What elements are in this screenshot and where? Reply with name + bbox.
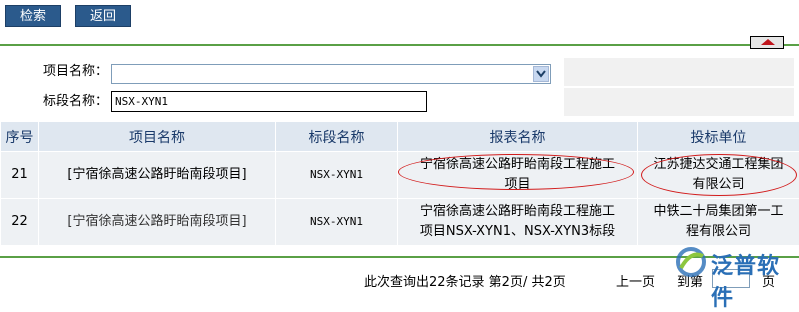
row-index: 21 <box>1 152 39 199</box>
top-divider <box>0 44 799 46</box>
report-name-cell[interactable]: 宁宿徐高速公路盱眙南段工程施工 项目NSX-XYN1、NSX-XYN3标段 <box>398 199 638 246</box>
bidder-line: 中铁二十局集团第一工 <box>640 202 797 222</box>
section-name-row: 标段名称： NSX-XYN1 <box>4 88 794 116</box>
bidder-line: 江苏捷达交通工程集团 <box>640 155 797 175</box>
column-header[interactable]: 项目名称 <box>39 122 276 152</box>
logo-mark-icon <box>675 246 709 278</box>
form-empty-cell <box>564 58 794 86</box>
logo-text: 泛普软件 <box>711 248 799 312</box>
row-index: 22 <box>1 199 39 246</box>
brand-logo: 泛普软件 <box>675 246 799 278</box>
prev-page-link[interactable]: 上一页 <box>616 271 655 290</box>
collapse-toggle-button[interactable] <box>750 36 784 49</box>
column-header[interactable]: 序号 <box>1 122 39 152</box>
report-name-line: 项目NSX-XYN1、NSX-XYN3标段 <box>400 222 635 242</box>
column-header[interactable]: 标段名称 <box>276 122 398 152</box>
project-name-row: 项目名称： <box>4 58 794 86</box>
section-name-input[interactable]: NSX-XYN1 <box>111 91 427 112</box>
search-form: 项目名称： 标段名称： NSX-XYN1 <box>4 58 794 116</box>
report-name-line: 宁宿徐高速公路盱眙南段工程施工 <box>400 155 635 175</box>
bidder-line: 程有限公司 <box>640 222 797 242</box>
collapse-up-icon <box>761 39 775 45</box>
table-header-row: 序号 项目名称 标段名称 报表名称 投标单位 <box>1 122 799 152</box>
form-empty-cell <box>564 88 794 116</box>
dropdown-arrow-icon[interactable] <box>533 66 549 82</box>
report-name-cell[interactable]: 宁宿徐高速公路盱眙南段工程施工 项目 <box>398 152 638 199</box>
search-button[interactable]: 检索 <box>5 5 61 27</box>
table-row[interactable]: 22 [宁宿徐高速公路盱眙南段项目] NSX-XYN1 宁宿徐高速公路盱眙南段工… <box>1 199 799 246</box>
column-header[interactable]: 报表名称 <box>398 122 638 152</box>
section-name-cell: NSX-XYN1 <box>276 199 398 246</box>
table-row[interactable]: 21 [宁宿徐高速公路盱眙南段项目] NSX-XYN1 宁宿徐高速公路盱眙南段工… <box>1 152 799 199</box>
column-header[interactable]: 投标单位 <box>638 122 799 152</box>
back-button[interactable]: 返回 <box>75 5 131 27</box>
record-summary: 此次查询出22条记录 第2页/ 共2页 <box>364 271 566 290</box>
report-name-line: 项目 <box>400 175 635 195</box>
bidder-line: 有限公司 <box>640 175 797 195</box>
section-name-label: 标段名称： <box>4 88 108 116</box>
bidder-cell: 江苏捷达交通工程集团 有限公司 <box>638 152 799 199</box>
bidder-cell: 中铁二十局集团第一工 程有限公司 <box>638 199 799 246</box>
report-name-line: 宁宿徐高速公路盱眙南段工程施工 <box>400 202 635 222</box>
section-name-cell: NSX-XYN1 <box>276 152 398 199</box>
project-name-cell[interactable]: [宁宿徐高速公路盱眙南段项目] <box>39 199 276 246</box>
project-name-cell[interactable]: [宁宿徐高速公路盱眙南段项目] <box>39 152 276 199</box>
project-name-label: 项目名称： <box>4 58 108 86</box>
project-name-select[interactable] <box>111 64 551 84</box>
results-table: 序号 项目名称 标段名称 报表名称 投标单位 21 [宁宿徐高速公路盱眙南段项目… <box>0 121 799 246</box>
